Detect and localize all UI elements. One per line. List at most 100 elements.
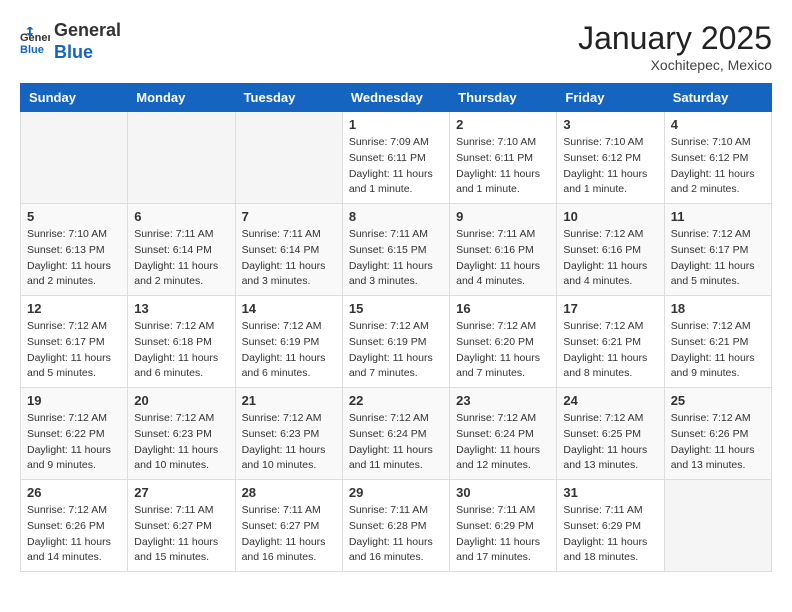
day-number: 11: [671, 209, 765, 224]
day-of-week-header: Wednesday: [342, 84, 449, 112]
logo-general: General: [54, 20, 121, 40]
day-number: 4: [671, 117, 765, 132]
day-number: 29: [349, 485, 443, 500]
calendar-cell: 27 Sunrise: 7:11 AM Sunset: 6:27 PM Dayli…: [128, 480, 235, 572]
calendar-cell: 3 Sunrise: 7:10 AM Sunset: 6:12 PM Daylig…: [557, 112, 664, 204]
calendar-cell: 9 Sunrise: 7:11 AM Sunset: 6:16 PM Daylig…: [450, 204, 557, 296]
day-info: Sunrise: 7:12 AM Sunset: 6:25 PM Dayligh…: [563, 411, 657, 474]
day-info: Sunrise: 7:12 AM Sunset: 6:19 PM Dayligh…: [242, 319, 336, 382]
day-info: Sunrise: 7:11 AM Sunset: 6:14 PM Dayligh…: [242, 227, 336, 290]
day-info: Sunrise: 7:12 AM Sunset: 6:17 PM Dayligh…: [27, 319, 121, 382]
page-header: General Blue General Blue January 2025 X…: [20, 20, 772, 73]
calendar-cell: 14 Sunrise: 7:12 AM Sunset: 6:19 PM Dayli…: [235, 296, 342, 388]
calendar-cell: 31Sunrise: 7:11 AM Sunset: 6:29 PM Dayli…: [557, 480, 664, 572]
calendar-cell: 12 Sunrise: 7:12 AM Sunset: 6:17 PM Dayli…: [21, 296, 128, 388]
calendar-cell: 11 Sunrise: 7:12 AM Sunset: 6:17 PM Dayli…: [664, 204, 771, 296]
day-info: Sunrise: 7:12 AM Sunset: 6:26 PM Dayligh…: [27, 503, 121, 566]
calendar-week-row: 12 Sunrise: 7:12 AM Sunset: 6:17 PM Dayli…: [21, 296, 772, 388]
calendar-cell: 1 Sunrise: 7:09 AM Sunset: 6:11 PM Daylig…: [342, 112, 449, 204]
calendar-cell: 29 Sunrise: 7:11 AM Sunset: 6:28 PM Dayli…: [342, 480, 449, 572]
day-of-week-header: Monday: [128, 84, 235, 112]
logo-icon: General Blue: [20, 27, 50, 57]
calendar-cell: [128, 112, 235, 204]
calendar-week-row: 1 Sunrise: 7:09 AM Sunset: 6:11 PM Daylig…: [21, 112, 772, 204]
calendar-cell: 5 Sunrise: 7:10 AM Sunset: 6:13 PM Daylig…: [21, 204, 128, 296]
calendar-cell: 10 Sunrise: 7:12 AM Sunset: 6:16 PM Dayli…: [557, 204, 664, 296]
day-number: 19: [27, 393, 121, 408]
day-number: 9: [456, 209, 550, 224]
calendar-cell: 15Sunrise: 7:12 AM Sunset: 6:19 PM Dayli…: [342, 296, 449, 388]
day-number: 10: [563, 209, 657, 224]
day-of-week-header: Saturday: [664, 84, 771, 112]
day-info: Sunrise: 7:12 AM Sunset: 6:26 PM Dayligh…: [671, 411, 765, 474]
calendar-cell: 18 Sunrise: 7:12 AM Sunset: 6:21 PM Dayli…: [664, 296, 771, 388]
day-info: Sunrise: 7:11 AM Sunset: 6:29 PM Dayligh…: [563, 503, 657, 566]
calendar-cell: 28 Sunrise: 7:11 AM Sunset: 6:27 PM Dayli…: [235, 480, 342, 572]
calendar-cell: 21 Sunrise: 7:12 AM Sunset: 6:23 PM Dayli…: [235, 388, 342, 480]
day-info: Sunrise: 7:10 AM Sunset: 6:12 PM Dayligh…: [671, 135, 765, 198]
day-number: 5: [27, 209, 121, 224]
day-number: 6: [134, 209, 228, 224]
day-number: 16: [456, 301, 550, 316]
day-number: 28: [242, 485, 336, 500]
logo-text: General Blue: [54, 20, 121, 63]
day-number: 24: [563, 393, 657, 408]
day-info: Sunrise: 7:11 AM Sunset: 6:16 PM Dayligh…: [456, 227, 550, 290]
calendar-cell: 6Sunrise: 7:11 AM Sunset: 6:14 PM Daylig…: [128, 204, 235, 296]
location-subtitle: Xochitepec, Mexico: [578, 57, 772, 73]
day-number: 17: [563, 301, 657, 316]
calendar-cell: 22Sunrise: 7:12 AM Sunset: 6:24 PM Dayli…: [342, 388, 449, 480]
day-number: 30: [456, 485, 550, 500]
day-of-week-header: Tuesday: [235, 84, 342, 112]
day-info: Sunrise: 7:11 AM Sunset: 6:28 PM Dayligh…: [349, 503, 443, 566]
day-number: 14: [242, 301, 336, 316]
day-info: Sunrise: 7:12 AM Sunset: 6:22 PM Dayligh…: [27, 411, 121, 474]
day-number: 20: [134, 393, 228, 408]
calendar-cell: 19 Sunrise: 7:12 AM Sunset: 6:22 PM Dayli…: [21, 388, 128, 480]
calendar-week-row: 19 Sunrise: 7:12 AM Sunset: 6:22 PM Dayli…: [21, 388, 772, 480]
day-number: 7: [242, 209, 336, 224]
day-number: 8: [349, 209, 443, 224]
day-info: Sunrise: 7:10 AM Sunset: 6:12 PM Dayligh…: [563, 135, 657, 198]
calendar-cell: 17 Sunrise: 7:12 AM Sunset: 6:21 PM Dayli…: [557, 296, 664, 388]
day-info: Sunrise: 7:12 AM Sunset: 6:24 PM Dayligh…: [349, 411, 443, 474]
month-title: January 2025: [578, 20, 772, 57]
day-info: Sunrise: 7:12 AM Sunset: 6:23 PM Dayligh…: [242, 411, 336, 474]
day-number: 18: [671, 301, 765, 316]
calendar-week-row: 26 Sunrise: 7:12 AM Sunset: 6:26 PM Dayli…: [21, 480, 772, 572]
day-number: 26: [27, 485, 121, 500]
day-number: 21: [242, 393, 336, 408]
day-info: Sunrise: 7:12 AM Sunset: 6:16 PM Dayligh…: [563, 227, 657, 290]
calendar-cell: [664, 480, 771, 572]
day-info: Sunrise: 7:10 AM Sunset: 6:11 PM Dayligh…: [456, 135, 550, 198]
calendar-cell: 13Sunrise: 7:12 AM Sunset: 6:18 PM Dayli…: [128, 296, 235, 388]
day-info: Sunrise: 7:12 AM Sunset: 6:17 PM Dayligh…: [671, 227, 765, 290]
calendar-week-row: 5 Sunrise: 7:10 AM Sunset: 6:13 PM Daylig…: [21, 204, 772, 296]
day-info: Sunrise: 7:09 AM Sunset: 6:11 PM Dayligh…: [349, 135, 443, 198]
day-number: 27: [134, 485, 228, 500]
day-info: Sunrise: 7:11 AM Sunset: 6:27 PM Dayligh…: [134, 503, 228, 566]
day-of-week-header: Friday: [557, 84, 664, 112]
title-block: January 2025 Xochitepec, Mexico: [578, 20, 772, 73]
day-info: Sunrise: 7:11 AM Sunset: 6:27 PM Dayligh…: [242, 503, 336, 566]
calendar-cell: 4 Sunrise: 7:10 AM Sunset: 6:12 PM Daylig…: [664, 112, 771, 204]
day-info: Sunrise: 7:10 AM Sunset: 6:13 PM Dayligh…: [27, 227, 121, 290]
logo-blue: Blue: [54, 42, 93, 62]
calendar-cell: [21, 112, 128, 204]
calendar-cell: 7 Sunrise: 7:11 AM Sunset: 6:14 PM Daylig…: [235, 204, 342, 296]
calendar-cell: [235, 112, 342, 204]
day-number: 23: [456, 393, 550, 408]
day-number: 3: [563, 117, 657, 132]
day-of-week-header: Thursday: [450, 84, 557, 112]
day-of-week-header: Sunday: [21, 84, 128, 112]
day-info: Sunrise: 7:12 AM Sunset: 6:21 PM Dayligh…: [671, 319, 765, 382]
day-number: 12: [27, 301, 121, 316]
day-number: 1: [349, 117, 443, 132]
calendar-cell: 16Sunrise: 7:12 AM Sunset: 6:20 PM Dayli…: [450, 296, 557, 388]
day-info: Sunrise: 7:12 AM Sunset: 6:21 PM Dayligh…: [563, 319, 657, 382]
svg-text:Blue: Blue: [20, 44, 44, 56]
calendar-header-row: SundayMondayTuesdayWednesdayThursdayFrid…: [21, 84, 772, 112]
svg-text:General: General: [20, 32, 50, 44]
day-number: 15: [349, 301, 443, 316]
calendar-cell: 30Sunrise: 7:11 AM Sunset: 6:29 PM Dayli…: [450, 480, 557, 572]
